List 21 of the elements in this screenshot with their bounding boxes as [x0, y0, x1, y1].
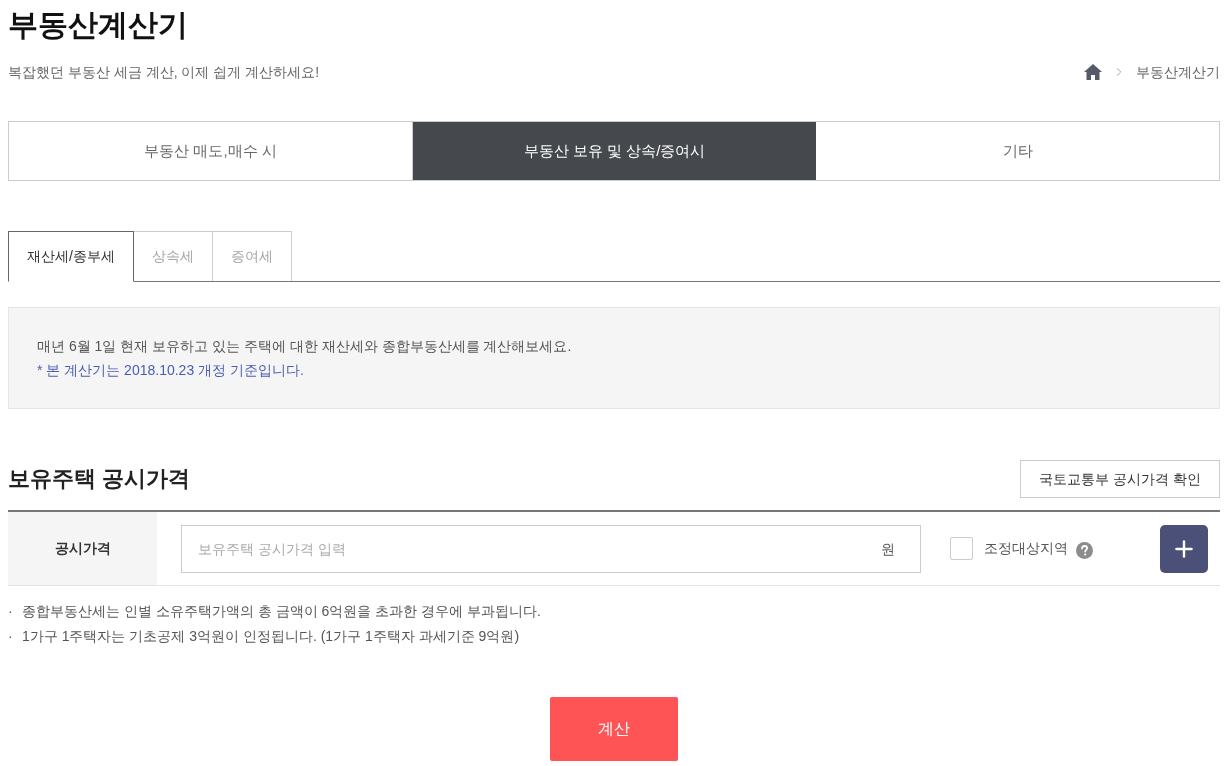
price-label: 공시가격 [54, 539, 111, 558]
info-text: 매년 6월 1일 현재 보유하고 있는 주택에 대한 재산세와 종합부동산세를 계산해보세요. [37, 337, 573, 356]
breadcrumb-current[interactable]: 부동산계산기 [1136, 61, 1220, 83]
info-note: * 본 계산기는 2018.10.23 개정 기준입니다. [37, 361, 305, 380]
page-subtitle: 복잡했던 부동산 세금 계산, 이제 쉽게 계산하세요! [8, 63, 320, 82]
checkbox-label[interactable]: 조정대상지역 [984, 538, 1068, 559]
add-button[interactable] [1160, 524, 1208, 573]
unit-label: 원 [881, 539, 895, 559]
sub-tab[interactable]: 재산세/종부세 [8, 231, 134, 282]
section-title: 보유주택 공시가격 [8, 465, 191, 493]
price-check-button[interactable]: 국토교통부 공시가격 확인 [1020, 460, 1220, 498]
bullet: · [8, 602, 14, 621]
main-tab[interactable]: 부동산 보유 및 상속/증여시 [413, 122, 816, 180]
help-icon[interactable] [1076, 542, 1093, 559]
note-text: 종합부동산세는 인별 소유주택가액의 총 금액이 6억원을 초과한 경우에 부과됩니다. [22, 602, 541, 621]
checkbox[interactable] [950, 537, 973, 560]
bullet: · [8, 627, 14, 646]
home-icon[interactable] [1084, 64, 1102, 80]
note-text: 1가구 1주택자는 기초공제 3억원이 인정됩니다. (1가구 1주택자 과세기준 9억원) [22, 627, 520, 646]
page-title: 부동산계산기 [8, 7, 188, 43]
calculate-button[interactable]: 계산 [550, 697, 678, 761]
